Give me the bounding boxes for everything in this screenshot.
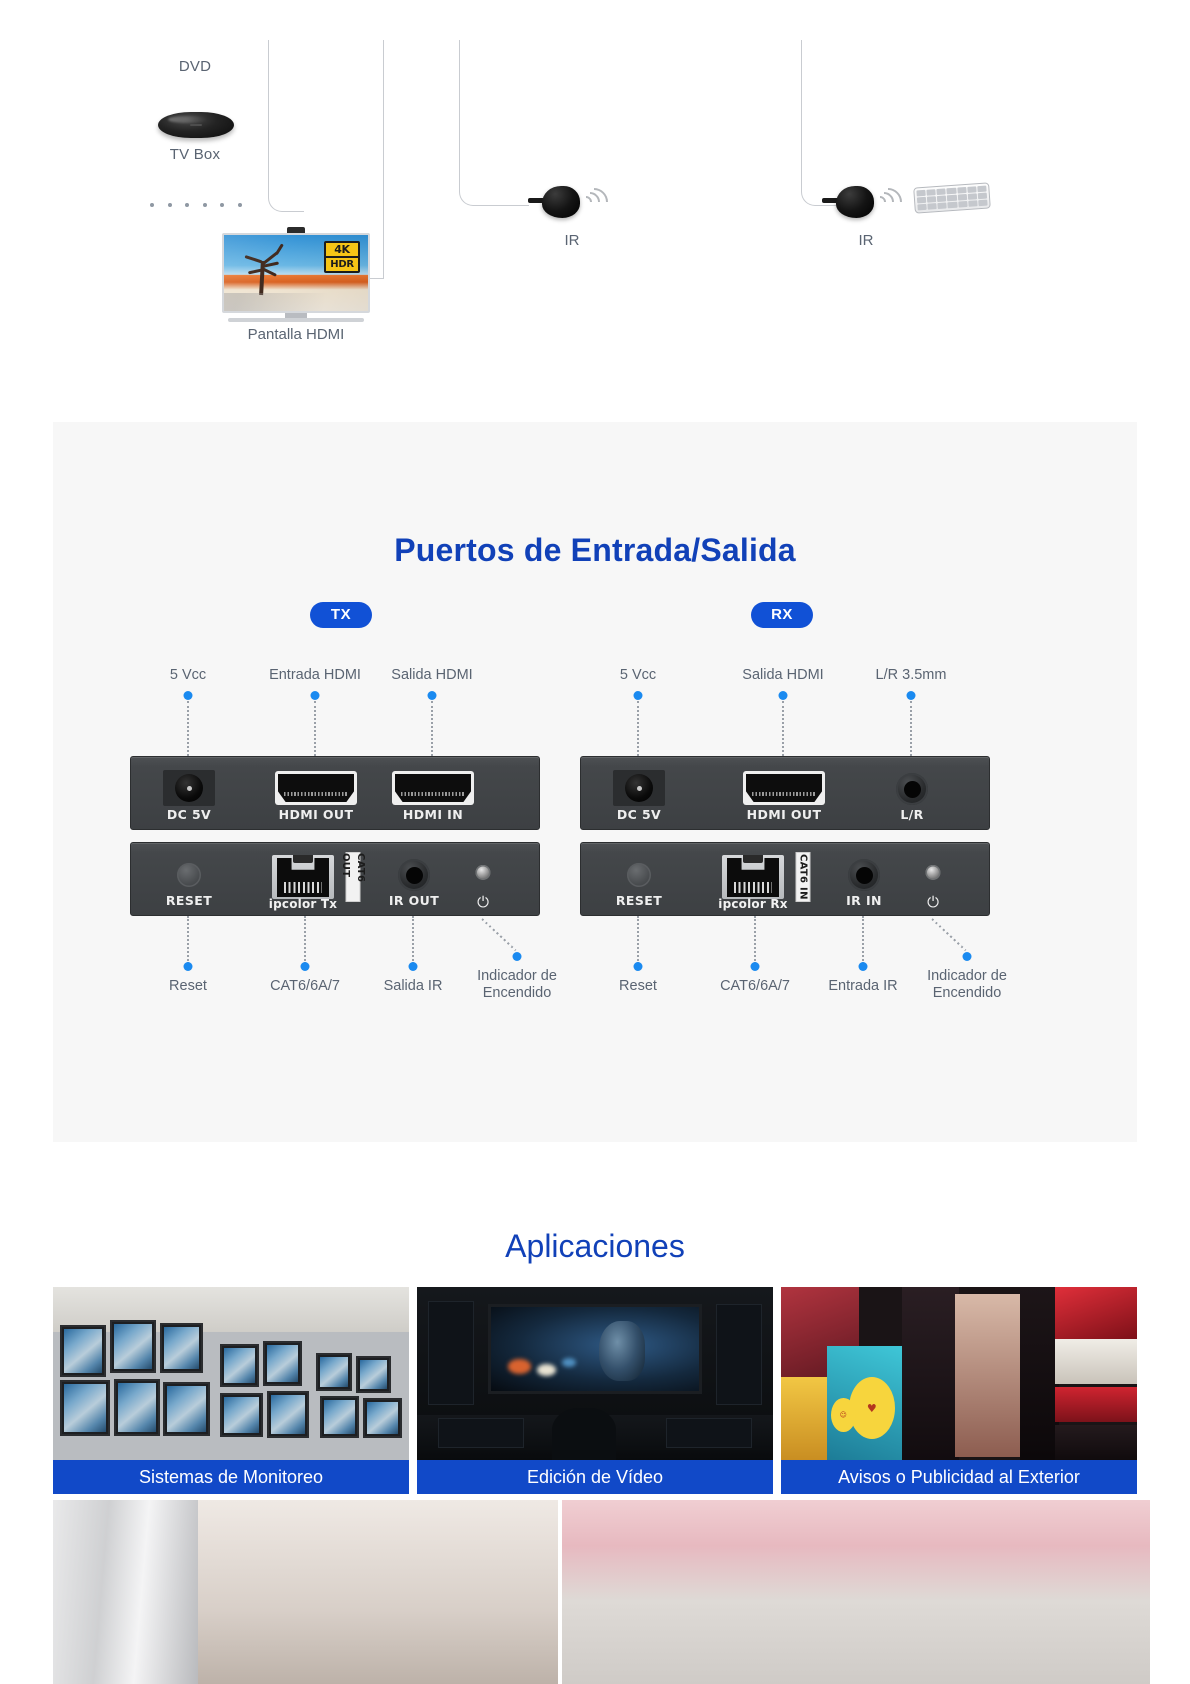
application-card-monitoring[interactable]: Sistemas de Monitoreo bbox=[53, 1287, 409, 1494]
rx-rear-panel: RESET CAT6 IN ipcolor Rx IR IN ⏻ bbox=[580, 842, 990, 916]
application-caption-video-editing: Edición de Vídeo bbox=[417, 1460, 773, 1494]
strip-cell-left bbox=[53, 1500, 198, 1684]
rx-callout-cat: CAT6/6A/7 bbox=[720, 978, 790, 994]
rx-lr-jack-icon bbox=[896, 773, 928, 805]
ir-label-left: IR bbox=[564, 232, 580, 249]
tx-dc-jack-icon bbox=[163, 770, 215, 806]
tx-callout-ir-out: Salida IR bbox=[383, 978, 443, 994]
4k-hdr-badge: 4K HDR bbox=[324, 241, 360, 273]
rx-dc-jack-icon bbox=[613, 770, 665, 806]
display-caption: Pantalla HDMI bbox=[247, 326, 345, 343]
wire-ir-left-lead bbox=[459, 40, 529, 206]
strip-cell-right bbox=[562, 1500, 1150, 1684]
rx-hdmi-out-port-icon bbox=[743, 771, 825, 805]
tx-power-symbol-icon: ⏻ bbox=[477, 893, 489, 911]
rx-ir-in-jack-icon bbox=[848, 859, 880, 891]
strip-cell-middle bbox=[198, 1500, 558, 1684]
rx-port-label-reset: RESET bbox=[615, 893, 663, 908]
next-row-partial-preview bbox=[40, 1500, 1150, 1684]
wire-tv-to-tx bbox=[368, 262, 384, 279]
rx-callout-ir-in: Entrada IR bbox=[828, 978, 898, 994]
tx-brandmark: ipcolor Tx bbox=[268, 897, 338, 911]
rx-cat6-in-tag: CAT6 IN bbox=[795, 852, 811, 902]
tx-callout-5vcc: 5 Vcc bbox=[169, 667, 207, 683]
tx-reset-button-icon bbox=[177, 863, 201, 887]
connection-diagram-section: DVD TV Box 4K HDR Pantalla HDMI IR IR bbox=[0, 0, 1190, 420]
application-caption-outdoor-advertising: Avisos o Publicidad al Exterior bbox=[781, 1460, 1137, 1494]
rx-reset-button-icon bbox=[627, 863, 651, 887]
tx-port-label-hdmi-in: HDMI IN bbox=[402, 807, 464, 822]
tx-callout-hdmi-out: Salida HDMI bbox=[391, 667, 473, 683]
dvd-label: DVD bbox=[178, 58, 212, 75]
tx-badge: TX bbox=[310, 602, 372, 628]
rx-power-led-icon bbox=[925, 865, 941, 880]
badge-hdr-text: HDR bbox=[326, 258, 358, 271]
tx-callout-hdmi-in: Entrada HDMI bbox=[269, 667, 361, 683]
rx-port-label-hdmi-out: HDMI OUT bbox=[746, 807, 822, 822]
remote-control-icon bbox=[913, 182, 991, 214]
tx-ir-out-jack-icon bbox=[398, 859, 430, 891]
tx-port-label-hdmi-out: HDMI OUT bbox=[278, 807, 354, 822]
ir-receiver-icon-right: IR bbox=[818, 172, 914, 249]
ports-section-title: Puertos de Entrada/Salida bbox=[394, 532, 796, 568]
rx-callout-lr: L/R 3.5mm bbox=[875, 667, 947, 683]
tx-port-label-dc5v: DC 5V bbox=[166, 807, 212, 822]
rx-power-symbol-icon: ⏻ bbox=[927, 893, 939, 911]
application-caption-monitoring: Sistemas de Monitoreo bbox=[53, 1460, 409, 1494]
video-editing-photo bbox=[417, 1287, 773, 1460]
tx-callout-cat: CAT6/6A/7 bbox=[270, 978, 340, 994]
ellipsis-dots-icon bbox=[150, 203, 242, 211]
rx-callout-5vcc: 5 Vcc bbox=[619, 667, 657, 683]
monitor-wall-photo bbox=[53, 1287, 409, 1460]
wire-source-to-tx bbox=[268, 40, 304, 212]
tx-port-label-ir-out: IR OUT bbox=[388, 893, 440, 908]
tx-bottom-callouts: Reset CAT6/6A/7 Salida IR Indicador de E… bbox=[130, 916, 557, 1046]
tx-rj45-port-icon bbox=[272, 855, 334, 899]
tv-box-icon bbox=[158, 112, 234, 138]
tx-callout-reset: Reset bbox=[169, 978, 207, 994]
tx-rear-panel: RESET CAT6 OUT ipcolor Tx IR OUT ⏻ bbox=[130, 842, 540, 916]
television-icon: 4K HDR Pantalla HDMI bbox=[222, 227, 370, 343]
tx-power-led-icon bbox=[475, 865, 491, 880]
applications-section-title: Aplicaciones bbox=[505, 1228, 685, 1264]
application-card-video-editing[interactable]: Edición de Vídeo bbox=[417, 1287, 773, 1494]
tx-callout-power-indicator: Indicador de Encendido bbox=[477, 968, 557, 1001]
rx-badge: RX bbox=[751, 602, 813, 628]
io-ports-section: Puertos de Entrada/Salida TX RX 5 Vcc En… bbox=[53, 422, 1137, 1142]
rx-top-callouts: 5 Vcc Salida HDMI L/R 3.5mm bbox=[580, 667, 990, 767]
rx-bottom-callouts: Reset CAT6/6A/7 Entrada IR Indicador de … bbox=[580, 916, 1007, 1046]
rx-port-label-lr: L/R bbox=[900, 807, 924, 822]
application-card-outdoor-advertising[interactable]: ♥ ☺ Avisos o Publicidad al Exterior bbox=[781, 1287, 1137, 1494]
tx-port-label-reset: RESET bbox=[165, 893, 213, 908]
rx-rj45-port-icon bbox=[722, 855, 784, 899]
rx-port-label-ir-in: IR IN bbox=[846, 893, 882, 908]
rx-brandmark: ipcolor Rx bbox=[718, 897, 788, 911]
tx-cat6-out-tag: CAT6 OUT bbox=[340, 852, 366, 902]
rx-callout-reset: Reset bbox=[619, 978, 657, 994]
tx-hdmi-out-port-icon bbox=[275, 771, 357, 805]
ir-receiver-icon-left: IR bbox=[524, 172, 620, 249]
outdoor-billboards-photo: ♥ ☺ bbox=[781, 1287, 1137, 1460]
tx-top-callouts: 5 Vcc Entrada HDMI Salida HDMI bbox=[130, 667, 540, 767]
wire-tx-vertical bbox=[383, 40, 384, 278]
rx-port-label-dc5v: DC 5V bbox=[616, 807, 662, 822]
tv-box-label: TV Box bbox=[169, 146, 221, 163]
rx-front-panel: DC 5V HDMI OUT L/R bbox=[580, 756, 990, 830]
badge-4k-text: 4K bbox=[326, 243, 358, 256]
tx-hdmi-in-port-icon bbox=[392, 771, 474, 805]
rx-callout-power-indicator: Indicador de Encendido bbox=[927, 968, 1007, 1001]
applications-grid: Sistemas de Monitoreo Edición de Vídeo ♥… bbox=[53, 1287, 1137, 1494]
ir-label-right: IR bbox=[858, 232, 874, 249]
rx-callout-hdmi-out: Salida HDMI bbox=[742, 667, 824, 683]
tx-front-panel: DC 5V HDMI OUT HDMI IN bbox=[130, 756, 540, 830]
